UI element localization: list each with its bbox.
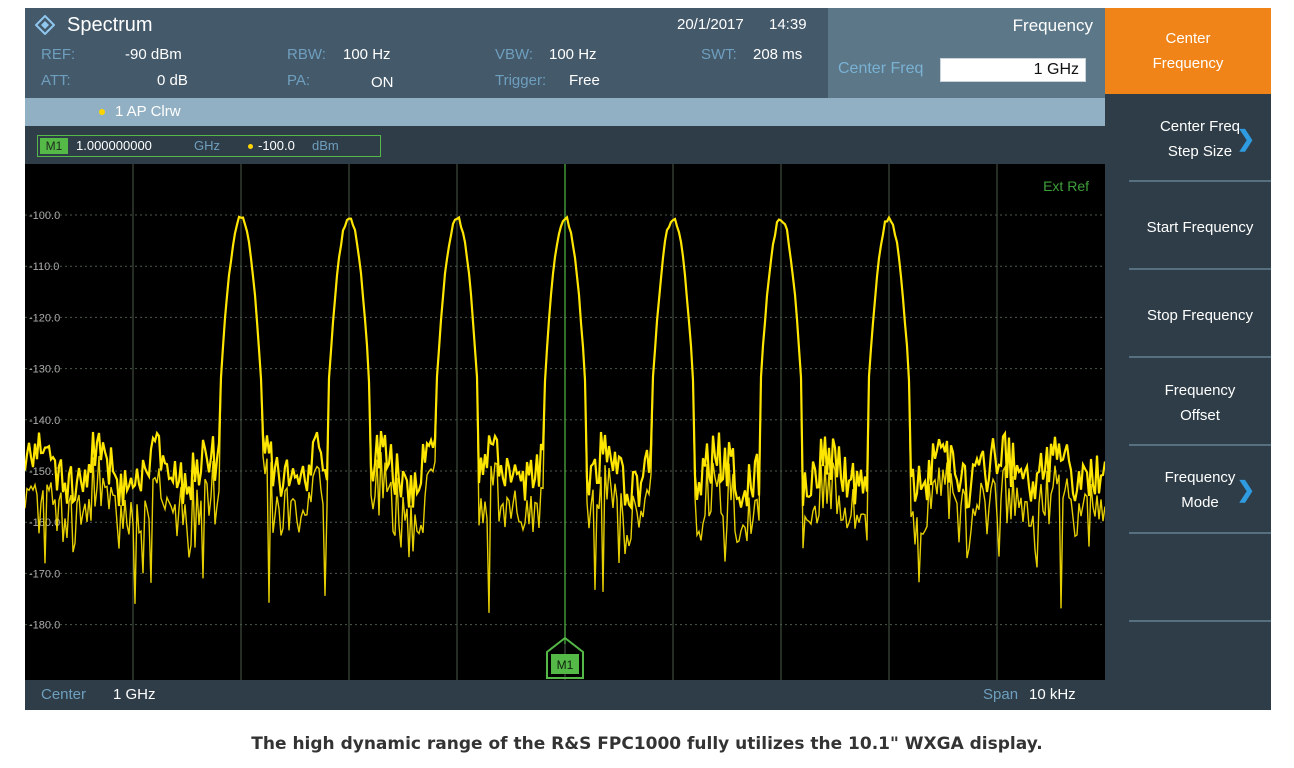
trace-color-dot (99, 109, 105, 115)
marker-frequency-unit: GHz (194, 138, 220, 153)
chevron-right-icon: ❯ (1236, 126, 1255, 151)
y-tick-label: -120.0 (29, 312, 60, 324)
instrument-screen: Spectrum 20/1/2017 14:39 REF: -90 dBm AT… (25, 8, 1271, 710)
softkey-label: Frequency (1164, 382, 1236, 399)
y-tick-label: -100.0 (29, 210, 60, 222)
spectrum-plot[interactable]: -100.0 -110.0 -120.0 -130.0 -140.0 -150.0 -160… (25, 164, 1105, 680)
softkey-divider (1129, 268, 1271, 270)
y-tick-label: -180.0 (29, 620, 60, 632)
footer-center-label: Center (41, 686, 87, 703)
marker-badge-label: M1 (557, 658, 574, 672)
softkey-divider (1129, 180, 1271, 182)
softkey-frequency-mode[interactable]: Frequency Mode ❯ (1129, 465, 1271, 515)
chevron-right-icon: ❯ (1236, 477, 1255, 502)
ref-value[interactable]: -90 dBm (125, 46, 182, 63)
spectrum-diamond-icon[interactable] (35, 15, 55, 35)
image-caption: The high dynamic range of the R&S FPC100… (251, 734, 1043, 754)
time-display: 14:39 (769, 16, 807, 33)
y-tick-label: -170.0 (29, 568, 60, 580)
ext-ref-indicator: Ext Ref (1043, 178, 1089, 194)
center-freq-label: Center Freq (838, 60, 924, 77)
footer: Center 1 GHz Span 10 kHz (25, 680, 1105, 710)
trigger-label: Trigger: (495, 72, 547, 89)
marker-amplitude: -100.0 (258, 138, 295, 153)
frequency-panel: Frequency Center Freq 1 GHz (828, 8, 1105, 98)
softkey-center-freq-step-size[interactable]: Center Freq Step Size ❯ (1129, 114, 1271, 164)
softkey-label: Stop Frequency (1147, 307, 1253, 324)
softkey-frequency-offset[interactable]: Frequency Offset (1129, 378, 1271, 428)
swt-label: SWT: (701, 46, 737, 63)
marker-amplitude-unit: dBm (312, 138, 339, 153)
trace-bar: 1 AP Clrw (25, 98, 1105, 126)
softkey-divider (1129, 356, 1271, 358)
footer-center-value[interactable]: 1 GHz (113, 686, 156, 703)
footer-span-label: Span (983, 686, 1019, 703)
marker-frequency: 1.000000000 (76, 138, 152, 153)
y-tick-label: -130.0 (29, 364, 60, 376)
softkey-stop-frequency[interactable]: Stop Frequency (1129, 303, 1271, 328)
att-label: ATT: (41, 72, 71, 89)
softkey-center-frequency[interactable]: Center Frequency (1105, 8, 1271, 94)
ref-label: REF: (41, 46, 76, 63)
softkey-label: Offset (1180, 407, 1220, 424)
pa-value[interactable]: ON (371, 74, 394, 91)
softkey-label: Center (1165, 30, 1211, 47)
center-freq-input[interactable]: 1 GHz (940, 58, 1086, 82)
header: Spectrum 20/1/2017 14:39 REF: -90 dBm AT… (25, 8, 1105, 98)
softkey-panel: Center Frequency Center Freq Step Size ❯… (1105, 8, 1271, 710)
vbw-value[interactable]: 100 Hz (549, 46, 597, 63)
softkey-label: Start Frequency (1146, 219, 1254, 236)
marker-tag: M1 (40, 138, 68, 154)
rbw-label: RBW: (287, 46, 326, 63)
swt-value[interactable]: 208 ms (753, 46, 802, 63)
measurement-params: REF: -90 dBm ATT: 0 dB RBW: 100 Hz PA: O… (25, 42, 828, 98)
softkey-divider (1129, 444, 1271, 446)
softkey-label: Frequency (1152, 55, 1224, 72)
frequency-panel-title: Frequency (1012, 16, 1093, 35)
marker-bar: M1 1.000000000 GHz -100.0 dBm (25, 126, 1105, 164)
softkey-start-frequency[interactable]: Start Frequency (1129, 215, 1271, 240)
rbw-value[interactable]: 100 Hz (343, 46, 391, 63)
spectrum-graph[interactable]: -100.0-110.0-120.0-130.0-140.0-150.0-160… (25, 164, 1105, 680)
date-display: 20/1/2017 (677, 16, 744, 33)
vbw-label: VBW: (495, 46, 534, 63)
marker-trace-dot (248, 144, 253, 149)
trace-label[interactable]: 1 AP Clrw (115, 103, 181, 120)
pa-label: PA: (287, 72, 311, 89)
trigger-value[interactable]: Free (569, 72, 600, 89)
softkey-divider (1129, 532, 1271, 534)
y-tick-label: -110.0 (29, 261, 59, 273)
footer-span-value[interactable]: 10 kHz (1029, 686, 1076, 703)
att-value[interactable]: 0 dB (157, 72, 188, 89)
softkey-divider (1129, 620, 1271, 622)
y-tick-label: -140.0 (29, 415, 60, 427)
app-title: Spectrum (67, 14, 153, 36)
marker-readout[interactable]: M1 1.000000000 GHz -100.0 dBm (37, 135, 381, 157)
